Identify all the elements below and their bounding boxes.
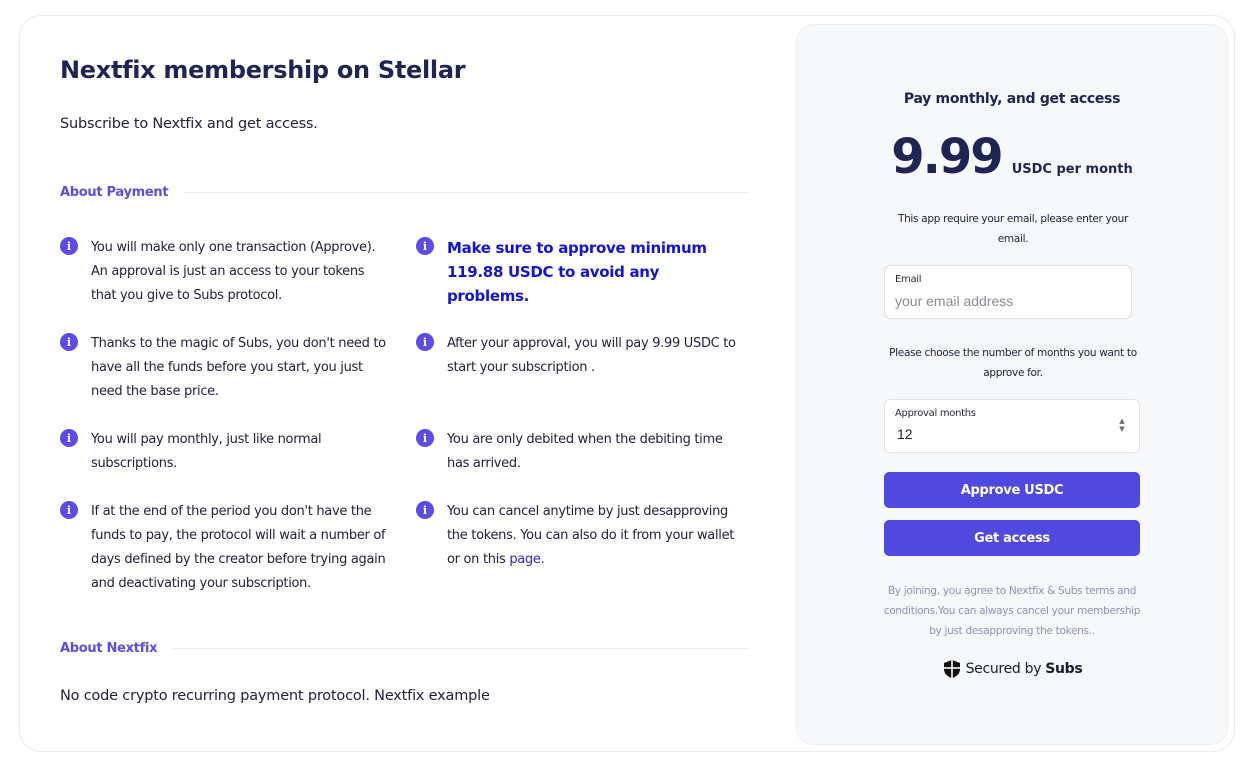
info-item: i You will make only one transaction (Ap… [60, 236, 390, 308]
info-icon: i [416, 429, 434, 447]
email-input[interactable] [895, 293, 1095, 309]
info-text: You are only debited when the debiting t… [447, 432, 723, 471]
chevron-up-down-icon[interactable]: ▲ ▼ [1117, 417, 1127, 435]
subs-brand: Subs [1045, 661, 1083, 677]
info-text: You can cancel anytime by just desapprov… [447, 500, 746, 572]
cancel-info-text: You can cancel anytime by just desapprov… [447, 504, 735, 567]
info-text: After your approval, you will pay 9.99 U… [447, 336, 736, 375]
info-icon: i [416, 333, 434, 351]
email-field[interactable]: Email [884, 265, 1132, 319]
info-item: i You are only debited when the debiting… [416, 428, 746, 476]
months-label: Approval months [895, 408, 976, 419]
info-item: i You will pay monthly, just like normal… [60, 428, 390, 476]
info-text: Thanks to the magic of Subs, you don't n… [91, 336, 386, 399]
info-item: i You can cancel anytime by just desappr… [416, 500, 746, 572]
divider [173, 647, 748, 649]
legal-note: By joining, you agree to Nextfix & Subs … [883, 585, 1141, 637]
info-icon: i [60, 501, 78, 519]
payment-panel: Pay monthly, and get access 9.99 USDC pe… [796, 24, 1228, 745]
info-icon: i [60, 429, 78, 447]
info-text: You will pay monthly, just like normal s… [91, 432, 322, 471]
info-item: i Make sure to approve minimum 119.88 US… [416, 236, 746, 308]
secured-by: Secured by Subs [797, 659, 1227, 679]
email-note: This app require your email, please ente… [897, 213, 1129, 245]
shield-icon [943, 660, 960, 678]
approve-minimum-warning: Make sure to approve minimum 119.88 USDC… [447, 239, 707, 305]
info-icon: i [416, 237, 434, 255]
page-subtitle: Subscribe to Nextfix and get access. [60, 116, 318, 132]
page-title: Nextfix membership on Stellar [60, 56, 466, 84]
about-nextfix-heading: About Nextfix [60, 640, 158, 656]
about-payment-section: About Payment [60, 182, 748, 202]
about-nextfix-text: No code crypto recurring payment protoco… [60, 688, 490, 704]
divider [184, 191, 748, 193]
info-item: i If at the end of the period you don't … [60, 500, 390, 596]
approve-usdc-button[interactable]: Approve USDC [884, 472, 1140, 508]
get-access-button[interactable]: Get access [884, 520, 1140, 556]
price-amount: 9.99 [891, 129, 1003, 185]
info-icon: i [60, 333, 78, 351]
cancel-page-link[interactable]: page. [509, 552, 544, 567]
email-label: Email [895, 274, 922, 285]
approval-months-select[interactable]: Approval months 12 ▲ ▼ [884, 399, 1140, 453]
secured-prefix: Secured by [965, 661, 1042, 677]
months-note: Please choose the number of months you w… [889, 347, 1137, 379]
about-nextfix-section: About Nextfix [60, 638, 748, 658]
info-icon: i [60, 237, 78, 255]
months-value: 12 [897, 426, 913, 442]
price-unit: USDC per month [1011, 162, 1133, 177]
price-row: 9.99 USDC per month [797, 129, 1227, 185]
info-text: You will make only one transaction (Appr… [91, 240, 376, 303]
panel-heading: Pay monthly, and get access [903, 91, 1121, 107]
info-item: i Thanks to the magic of Subs, you don't… [60, 332, 390, 404]
info-item: i After your approval, you will pay 9.99… [416, 332, 746, 380]
info-text: If at the end of the period you don't ha… [91, 504, 386, 591]
info-icon: i [416, 501, 434, 519]
about-payment-heading: About Payment [60, 184, 169, 200]
